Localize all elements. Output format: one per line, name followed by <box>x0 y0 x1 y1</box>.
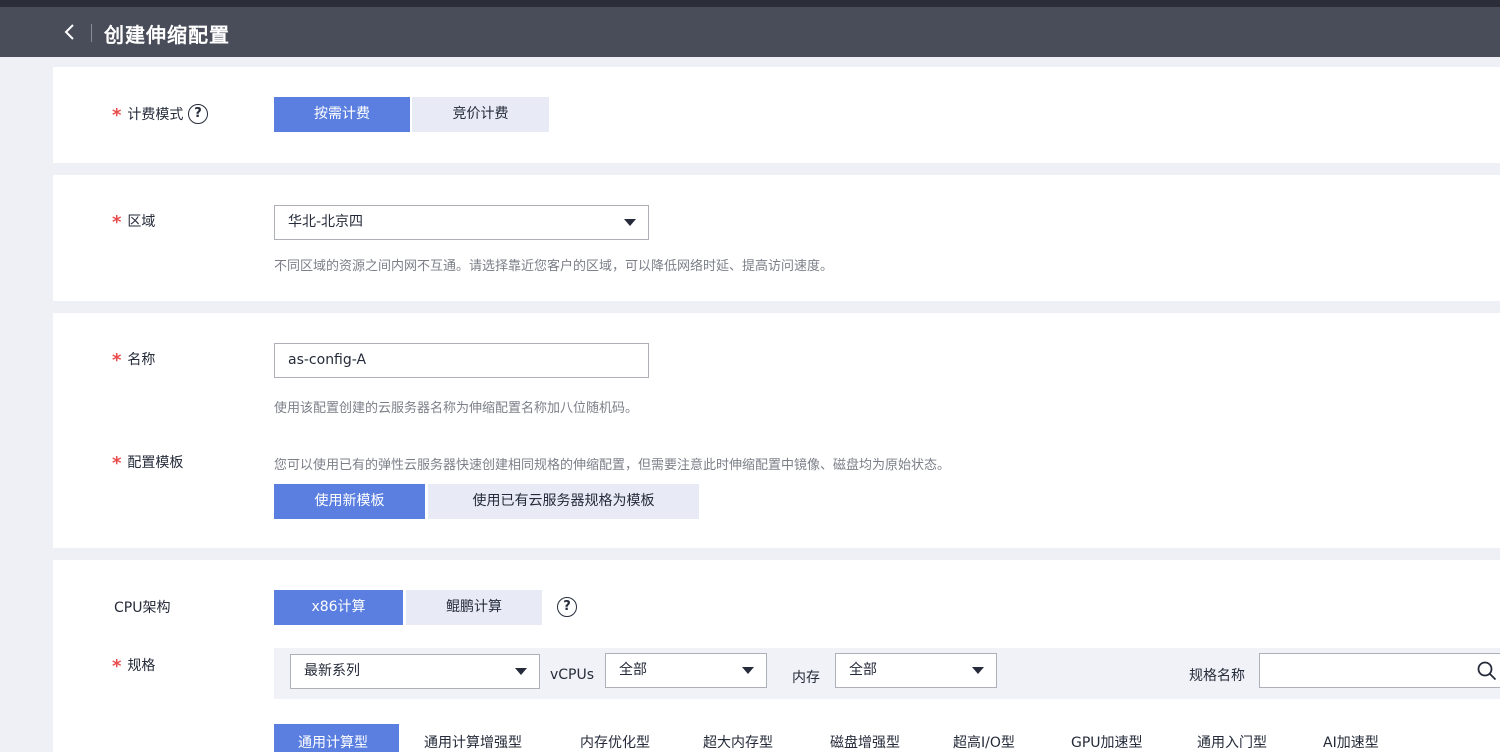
vcpus-select-value: 全部 <box>619 662 647 678</box>
required-mark: * <box>112 212 122 233</box>
help-icon[interactable]: ? <box>188 104 208 124</box>
vcpus-select[interactable]: 全部 <box>605 653 767 688</box>
tab-disk-intensive[interactable]: 磁盘增强型 <box>830 732 900 752</box>
spec-filter-bar: 最新系列 vCPUs 全部 内存 全部 规格名称 <box>274 648 1500 699</box>
cpu-option-x86[interactable]: x86计算 <box>274 590 403 625</box>
name-label: * 名称 <box>112 350 156 371</box>
spec-name-label: 规格名称 <box>1189 668 1245 684</box>
billing-panel: * 计费模式 ? 按需计费 竞价计费 <box>53 67 1500 163</box>
top-strip <box>0 0 1500 7</box>
dropdown-caret-icon <box>972 667 984 674</box>
tab-gpu-accelerated[interactable]: GPU加速型 <box>1071 732 1143 752</box>
help-icon[interactable]: ? <box>557 597 577 617</box>
series-select-value: 最新系列 <box>304 663 360 679</box>
name-panel: * 名称 as-config-A 使用该配置创建的云服务器名称为伸缩配置名称加八位… <box>53 313 1500 548</box>
region-panel: * 区域 华北-北京四 不同区域的资源之间内网不互通。请选择靠近您客户的区域，可以… <box>53 175 1500 301</box>
template-label: * 配置模板 <box>112 453 184 474</box>
region-hint: 不同区域的资源之间内网不互通。请选择靠近您客户的区域，可以降低网络时延、提高访问… <box>274 259 834 274</box>
template-option-existing[interactable]: 使用已有云服务器规格为模板 <box>428 484 699 519</box>
required-mark: * <box>112 350 122 371</box>
billing-option-on-demand[interactable]: 按需计费 <box>274 97 410 132</box>
memory-select-value: 全部 <box>849 662 877 678</box>
spec-label: * 规格 <box>112 656 156 677</box>
tab-large-memory[interactable]: 超大内存型 <box>703 732 773 752</box>
required-mark: * <box>112 453 122 474</box>
tab-ai-accelerated[interactable]: AI加速型 <box>1323 732 1379 752</box>
tab-high-io[interactable]: 超高I/O型 <box>953 732 1015 752</box>
series-select[interactable]: 最新系列 <box>290 654 540 689</box>
dropdown-caret-icon <box>515 668 527 675</box>
required-mark: * <box>112 656 122 677</box>
header-divider <box>91 24 92 42</box>
name-hint: 使用该配置创建的云服务器名称为伸缩配置名称加八位随机码。 <box>274 401 639 416</box>
tab-general-compute[interactable]: 通用计算型 <box>298 732 368 752</box>
tab-general-entry[interactable]: 通用入门型 <box>1197 732 1267 752</box>
template-hint: 您可以使用已有的弹性云服务器快速创建相同规格的伸缩配置，但需要注意此时伸缩配置中… <box>274 458 951 473</box>
billing-label: * 计费模式 <box>112 105 184 126</box>
name-input[interactable]: as-config-A <box>274 343 649 378</box>
spec-panel: CPU架构 x86计算 鲲鹏计算 ? * 规格 最新系列 vCPUs 全部 内存 … <box>53 560 1500 752</box>
memory-select[interactable]: 全部 <box>835 653 997 688</box>
required-mark: * <box>112 105 122 126</box>
region-label: * 区域 <box>112 212 156 233</box>
tab-memory-optimized[interactable]: 内存优化型 <box>580 732 650 752</box>
page-title: 创建伸缩配置 <box>104 23 230 47</box>
cpu-option-kunpeng[interactable]: 鲲鹏计算 <box>406 590 542 625</box>
dropdown-caret-icon <box>742 667 754 674</box>
region-select-value: 华北-北京四 <box>288 214 364 230</box>
tab-general-compute-plus[interactable]: 通用计算增强型 <box>424 732 522 752</box>
region-select[interactable]: 华北-北京四 <box>274 205 649 240</box>
search-icon[interactable] <box>1477 661 1497 681</box>
memory-label: 内存 <box>792 670 820 686</box>
cpu-label: CPU架构 <box>114 600 171 616</box>
page-header: 创建伸缩配置 <box>0 7 1500 57</box>
spec-name-input[interactable] <box>1259 653 1500 688</box>
back-arrow-icon[interactable] <box>60 21 80 43</box>
dropdown-caret-icon <box>624 219 636 226</box>
vcpus-label: vCPUs <box>550 667 595 683</box>
template-option-new[interactable]: 使用新模板 <box>274 484 425 519</box>
billing-option-spot[interactable]: 竞价计费 <box>412 97 549 132</box>
